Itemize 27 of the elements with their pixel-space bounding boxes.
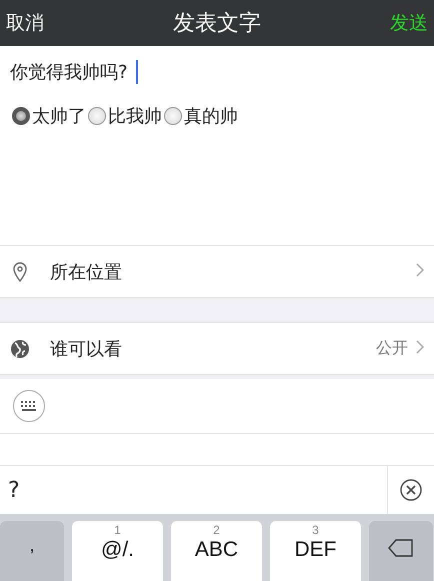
keyboard-toggle-button[interactable]	[13, 390, 45, 422]
page-title: 发表文字	[173, 10, 261, 38]
delete-icon	[388, 539, 414, 557]
option-label: 太帅了	[32, 105, 86, 128]
globe-icon	[10, 338, 30, 358]
send-button[interactable]: 发送	[390, 10, 428, 36]
keyboard-key[interactable]: 3 DEF	[270, 521, 361, 581]
radio-button[interactable]	[12, 107, 30, 125]
chevron-icon	[416, 263, 424, 277]
clear-icon[interactable]	[400, 479, 422, 501]
keyboard-key[interactable]: 2 ABC	[171, 521, 262, 581]
option-label: 比我帅	[108, 105, 162, 128]
candidate-text[interactable]: ?	[0, 466, 387, 514]
row-value: 公开	[376, 338, 408, 359]
chevron-icon	[416, 340, 424, 354]
cancel-button[interactable]: 取消	[6, 10, 44, 36]
row-label: 所在位置	[50, 260, 123, 284]
row-label: 谁可以看	[50, 338, 123, 360]
text-input[interactable]: 你觉得我帅吗?	[10, 58, 138, 86]
radio-button[interactable]	[88, 107, 106, 125]
keyboard-icon	[20, 400, 38, 412]
delete-key[interactable]	[369, 521, 433, 581]
comma-key[interactable]: ,	[0, 521, 64, 581]
location-pin-icon	[13, 262, 27, 282]
option-label: 真的帅	[184, 105, 238, 128]
radio-button[interactable]	[164, 107, 182, 125]
keyboard-key[interactable]: 1 @/.	[72, 521, 163, 581]
